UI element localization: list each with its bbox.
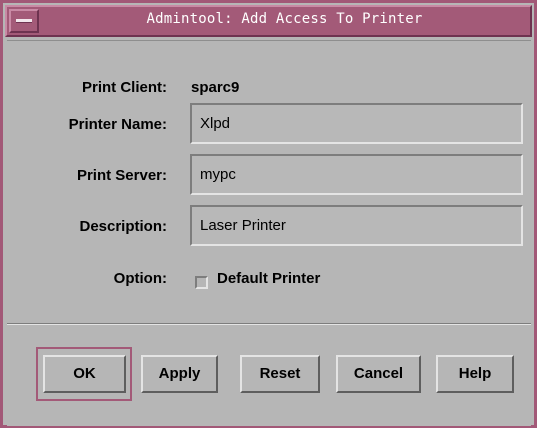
title-bar[interactable]: Admintool: Add Access To Printer [5,5,532,37]
print-client-label: Print Client: [82,79,167,96]
apply-button[interactable]: Apply [141,355,218,393]
description-label: Description: [79,218,167,235]
printer-name-label: Printer Name: [68,116,167,133]
window-menu-button[interactable] [9,9,39,33]
print-server-field[interactable] [190,154,523,195]
print-client-value: sparc9 [191,79,240,96]
reset-button[interactable]: Reset [240,355,320,393]
default-printer-label[interactable]: Default Printer [217,270,320,287]
help-button[interactable]: Help [436,355,514,393]
printer-name-field[interactable] [190,103,523,144]
ok-button[interactable]: OK [43,355,126,393]
option-label: Option: [113,270,167,287]
window-title: Admintool: Add Access To Printer [146,11,423,27]
dialog-window: Admintool: Add Access To Printer Print C… [0,0,537,428]
window-menu-icon [16,19,32,23]
cancel-button[interactable]: Cancel [336,355,421,393]
default-printer-checkbox[interactable] [195,276,208,289]
button-separator [7,323,531,325]
description-field[interactable] [190,205,523,246]
dialog-body: Print Client: sparc9 Printer Name: Print… [7,40,531,426]
print-server-label: Print Server: [76,167,167,184]
